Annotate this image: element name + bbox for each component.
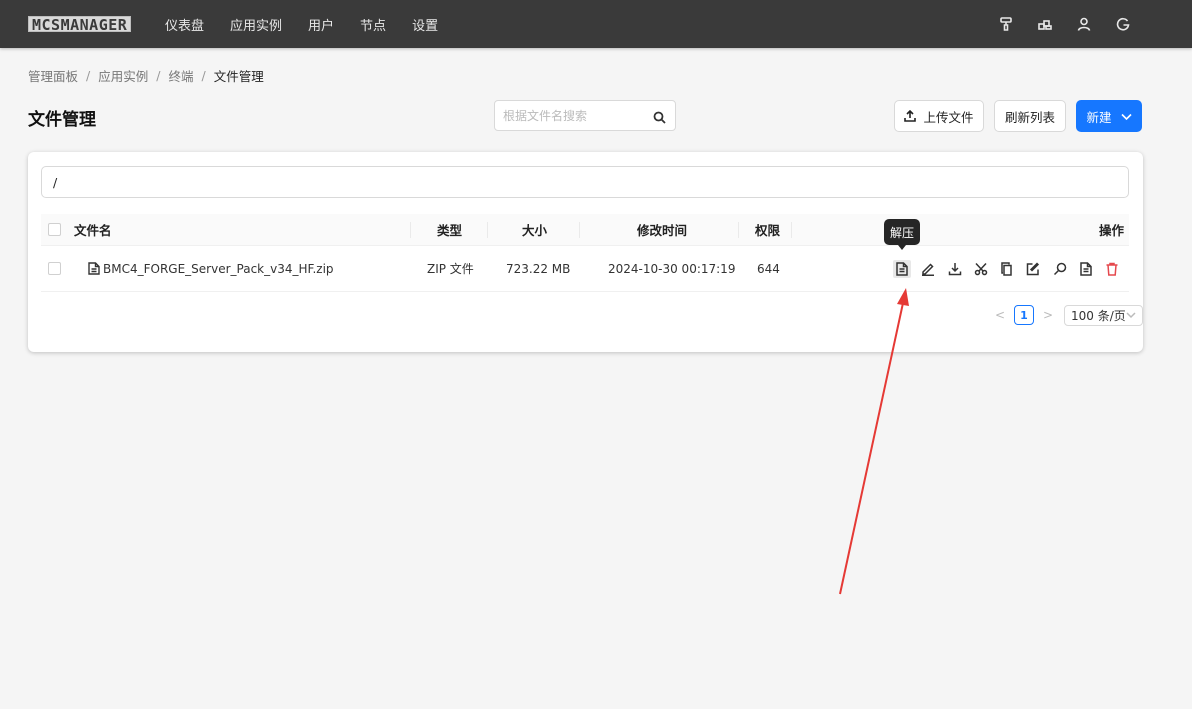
user-icon[interactable] [1077, 17, 1091, 31]
edit-icon[interactable] [1025, 261, 1041, 277]
upload-icon [904, 110, 917, 122]
delete-icon[interactable] [1104, 261, 1120, 277]
column-divider [738, 222, 739, 238]
column-header-actions: 操作 [1099, 223, 1125, 238]
breadcrumb-separator: / [86, 68, 91, 83]
main-nav: 仪表盘 应用实例 用户 节点 设置 [165, 0, 464, 48]
paint-roller-icon[interactable] [999, 17, 1013, 31]
breadcrumb-separator: / [201, 68, 206, 83]
column-divider [579, 222, 580, 238]
table-row[interactable]: BMC4_FORGE_Server_Pack_v34_HF.zip ZIP 文件… [41, 246, 1129, 292]
breadcrumb-dashboard[interactable]: 管理面板 [28, 66, 78, 85]
next-page-button[interactable]: > [1042, 308, 1054, 322]
navbar-right-tools [974, 0, 1130, 48]
nav-item-nodes[interactable]: 节点 [360, 15, 386, 34]
file-size: 723.22 MB [506, 261, 571, 276]
column-header-size[interactable]: 大小 [522, 214, 547, 245]
chevron-down-icon [1120, 113, 1132, 120]
column-header-name[interactable]: 文件名 [74, 214, 112, 245]
pagination: < 1 > 100 条/页 [994, 304, 1143, 326]
file-type: ZIP 文件 [427, 262, 474, 276]
file-search-input[interactable] [503, 108, 643, 123]
new-dropdown-button[interactable]: 新建 [1076, 100, 1142, 132]
download-icon[interactable] [947, 261, 963, 277]
chevron-down-icon [1126, 312, 1136, 319]
breadcrumb-terminal[interactable]: 终端 [168, 66, 193, 85]
nav-item-settings[interactable]: 设置 [412, 15, 438, 34]
row-actions [893, 246, 1131, 292]
upload-file-button[interactable]: 上传文件 [894, 100, 984, 132]
file-icon [88, 246, 100, 291]
breadcrumb-instances[interactable]: 应用实例 [98, 66, 148, 85]
top-navbar: MCSMANAGER 仪表盘 应用实例 用户 节点 设置 [0, 0, 1192, 48]
column-header-type[interactable]: 类型 [437, 214, 462, 245]
row-checkbox[interactable] [48, 262, 61, 275]
upload-file-label: 上传文件 [923, 109, 974, 125]
row-select-cell [48, 246, 61, 291]
nav-item-dashboard[interactable]: 仪表盘 [165, 15, 204, 34]
breadcrumb-separator: / [156, 68, 161, 83]
breadcrumb-file-manager: 文件管理 [213, 69, 264, 84]
unzip-tooltip: 解压 [884, 219, 920, 250]
nav-item-instances[interactable]: 应用实例 [230, 15, 282, 34]
file-permission: 644 [757, 261, 780, 276]
file-table: 文件名 类型 大小 修改时间 权限 操作 BMC4_FORGE_Server_P… [41, 214, 1129, 292]
file-list-card: / 文件名 类型 大小 修改时间 权限 操作 BMC4_FORGE_Server… [28, 152, 1143, 352]
new-label: 新建 [1086, 109, 1112, 125]
page-title: 文件管理 [28, 110, 96, 130]
file-search-box [494, 100, 676, 131]
search-icon[interactable] [653, 109, 666, 124]
logout-icon[interactable] [1116, 17, 1130, 31]
column-header-modified[interactable]: 修改时间 [637, 214, 687, 245]
file-modified-time: 2024-10-30 00:17:19 [608, 261, 736, 276]
column-divider [487, 222, 488, 238]
rename-icon[interactable] [920, 261, 936, 277]
prev-page-button[interactable]: < [994, 308, 1006, 322]
current-path-input[interactable]: / [41, 166, 1129, 198]
file-icon[interactable] [1078, 261, 1094, 277]
copy-icon[interactable] [999, 261, 1015, 277]
search-icon[interactable] [1052, 261, 1068, 277]
cut-icon[interactable] [973, 261, 989, 277]
refresh-list-label: 刷新列表 [1004, 109, 1055, 125]
file-name[interactable]: BMC4_FORGE_Server_Pack_v34_HF.zip [103, 246, 334, 291]
column-divider [410, 222, 411, 238]
breadcrumb: 管理面板 / 应用实例 / 终端 / 文件管理 [28, 66, 264, 85]
nav-item-users[interactable]: 用户 [308, 15, 334, 34]
table-header: 文件名 类型 大小 修改时间 权限 操作 [41, 214, 1129, 246]
select-all-checkbox[interactable] [48, 223, 61, 236]
unzip-icon[interactable] [893, 260, 911, 278]
select-all-cell [48, 214, 61, 245]
page-number-1[interactable]: 1 [1014, 305, 1034, 325]
page-size-value: 100 条/页 [1071, 308, 1126, 323]
column-header-permission[interactable]: 权限 [755, 214, 780, 245]
refresh-list-button[interactable]: 刷新列表 [994, 100, 1066, 132]
column-divider [791, 222, 792, 238]
api-icon[interactable] [1038, 17, 1052, 31]
app-logo[interactable]: MCSMANAGER [28, 16, 132, 33]
page-size-select[interactable]: 100 条/页 [1064, 304, 1143, 326]
